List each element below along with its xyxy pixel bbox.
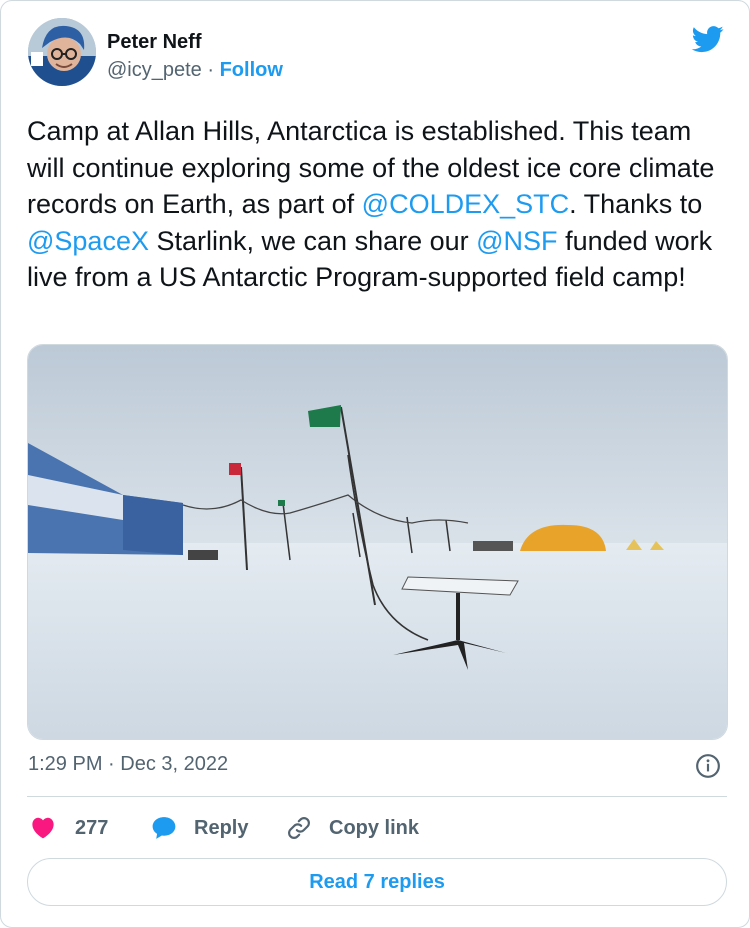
handle-separator: · <box>207 59 215 81</box>
author-handle-row: @icy_pete · Follow <box>107 59 283 82</box>
read-replies-button[interactable]: Read 7 replies <box>27 858 727 906</box>
tweet-photo[interactable] <box>27 344 728 740</box>
copy-link-action[interactable]: Copy link <box>285 813 419 843</box>
author-name[interactable]: Peter Neff <box>107 31 201 54</box>
tweet-timestamp[interactable]: 1:29 PM · Dec 3, 2022 <box>28 753 228 776</box>
reply-label: Reply <box>194 816 249 839</box>
link-icon <box>288 817 310 839</box>
author-handle[interactable]: @icy_pete <box>107 59 202 81</box>
mention-coldex[interactable]: @COLDEX_STC <box>362 189 569 219</box>
heart-icon <box>32 817 54 839</box>
tweet-actions: 277 Reply Copy link <box>27 813 727 843</box>
divider <box>27 796 727 797</box>
follow-button[interactable]: Follow <box>220 59 283 81</box>
reply-action[interactable]: Reply <box>150 813 248 843</box>
reply-bubble-icon <box>152 817 176 839</box>
tweet-text: Camp at Allan Hills, Antarctica is estab… <box>27 113 727 296</box>
like-count: 277 <box>75 816 109 839</box>
read-replies-label: Read 7 replies <box>309 870 445 893</box>
tweet-text-part: Starlink, we can share our <box>148 225 477 256</box>
antarctic-camp-photo <box>28 345 727 739</box>
mention-nsf[interactable]: @NSF <box>476 226 557 256</box>
copy-link-label: Copy link <box>329 816 420 839</box>
avatar[interactable] <box>28 18 96 86</box>
like-action[interactable]: 277 <box>29 813 108 843</box>
tweet-card: Peter Neff @icy_pete · Follow Camp at Al… <box>0 0 750 928</box>
info-icon[interactable] <box>695 753 721 779</box>
mention-spacex[interactable]: @SpaceX <box>27 226 149 256</box>
twitter-bird-icon[interactable] <box>689 23 727 55</box>
tweet-text-part: . Thanks to <box>569 189 703 219</box>
